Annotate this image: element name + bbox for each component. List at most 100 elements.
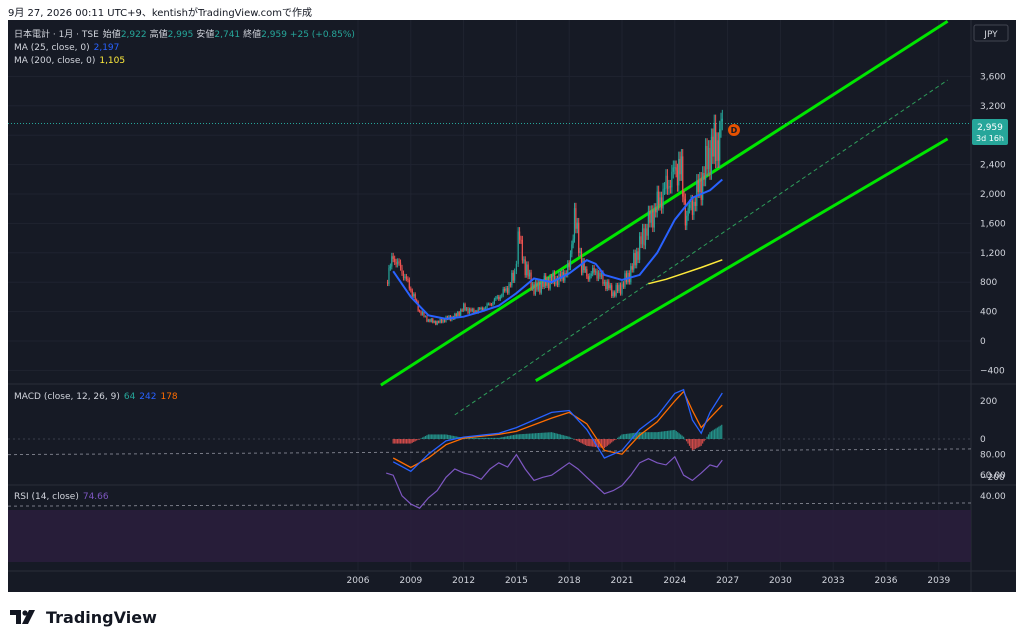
macd-histogram-bar bbox=[603, 439, 605, 449]
macd-histogram-bar bbox=[561, 434, 563, 439]
macd-histogram-bar bbox=[674, 429, 676, 439]
change-value: +25 (+0.85%) bbox=[290, 30, 355, 40]
candle-body bbox=[404, 276, 406, 279]
candle-body bbox=[706, 146, 708, 170]
candle-body bbox=[700, 178, 702, 200]
macd-histogram-bar bbox=[402, 439, 405, 444]
candle-body bbox=[480, 307, 482, 310]
macd-histogram-bar bbox=[551, 432, 553, 439]
candle-body bbox=[679, 158, 681, 175]
candle-body bbox=[487, 303, 490, 305]
candle-body bbox=[509, 284, 512, 286]
candle-body bbox=[709, 147, 711, 174]
macd-histogram-bar bbox=[483, 437, 485, 439]
candle-body bbox=[571, 244, 573, 254]
candle-body bbox=[678, 158, 680, 186]
macd-histogram-bar bbox=[413, 439, 415, 443]
candle-body bbox=[656, 191, 658, 213]
macd-histogram-bar bbox=[509, 435, 512, 439]
y-tick-label: 1,600 bbox=[980, 219, 1006, 229]
rsi-legend[interactable]: RSI (14, close) 74.66 bbox=[14, 492, 109, 502]
candle-body bbox=[407, 278, 409, 280]
candle-body bbox=[614, 292, 616, 296]
macd-histogram-bar bbox=[702, 439, 704, 444]
candle-body bbox=[575, 208, 577, 229]
macd-histogram-bar bbox=[662, 431, 664, 439]
candle-body bbox=[436, 321, 438, 325]
close-label: 終値 bbox=[243, 28, 261, 40]
macd-histogram-bar bbox=[442, 434, 444, 439]
channel-midline bbox=[454, 79, 948, 416]
candle-body bbox=[592, 267, 594, 274]
chart-svg[interactable]: 2006 2009 2012 2015 2018 2021 2024 2027 2030 2033… bbox=[7, 20, 1016, 592]
currency-label[interactable]: JPY bbox=[983, 30, 998, 40]
macd-histogram-bar bbox=[485, 437, 487, 439]
candle-body bbox=[655, 208, 657, 213]
candle-body bbox=[675, 167, 677, 171]
candle-body bbox=[499, 296, 501, 300]
macd-histogram-bar bbox=[394, 439, 396, 444]
y-tick-label: 1,200 bbox=[980, 249, 1006, 259]
macd-histogram-bar bbox=[548, 432, 550, 439]
candle-body bbox=[578, 222, 580, 253]
grid-lines bbox=[8, 20, 971, 571]
candle-body bbox=[498, 296, 500, 300]
macd-histogram-bar bbox=[694, 439, 696, 449]
candle-body bbox=[719, 129, 721, 161]
candle-body bbox=[608, 281, 610, 289]
candle-body bbox=[589, 275, 591, 280]
macd-histogram-bar bbox=[435, 434, 437, 439]
rsi-upper-band-line bbox=[7, 448, 972, 456]
main-pane[interactable] bbox=[8, 20, 971, 416]
macd-histogram-bar bbox=[448, 435, 450, 439]
macd-histogram-bar bbox=[710, 431, 713, 439]
dividend-marker-label[interactable]: D bbox=[731, 126, 738, 135]
candle-body bbox=[439, 319, 441, 323]
candle-body bbox=[603, 282, 605, 284]
macd-histogram-bar bbox=[574, 439, 576, 440]
macd-histogram-bar bbox=[452, 435, 454, 439]
chart-panel[interactable]: 2006 2009 2012 2015 2018 2021 2024 2027 2030 2033… bbox=[7, 20, 1016, 592]
candle-body bbox=[663, 188, 666, 190]
ma200-legend[interactable]: MA (200, close, 0) 1,105 bbox=[14, 56, 125, 66]
candle-body bbox=[639, 236, 641, 260]
macd-histogram-bar bbox=[474, 437, 476, 439]
candle-body bbox=[424, 316, 427, 318]
candle-body bbox=[433, 321, 435, 323]
candle-body bbox=[688, 204, 691, 209]
macd-histogram-bar bbox=[549, 432, 551, 439]
macd-histogram-bar bbox=[612, 439, 614, 442]
candle-body bbox=[443, 319, 446, 322]
macd-histogram-bar bbox=[407, 439, 409, 444]
candle-body bbox=[518, 231, 521, 240]
candle-body bbox=[715, 123, 717, 161]
macd-label: MACD (close, 12, 26, 9) bbox=[14, 392, 120, 402]
candle-body bbox=[501, 295, 503, 297]
macd-histogram-bar bbox=[512, 435, 515, 439]
candle-body bbox=[615, 285, 617, 296]
macd-histogram-bar bbox=[684, 439, 686, 440]
macd-histogram-bar bbox=[665, 431, 667, 439]
footer-logo[interactable]: TradingView bbox=[10, 606, 157, 628]
candle-body bbox=[579, 251, 581, 253]
macd-histogram-bar bbox=[556, 433, 559, 439]
ma25-legend[interactable]: MA (25, close, 0) 2,197 bbox=[14, 43, 119, 53]
candle-body bbox=[438, 321, 440, 323]
macd-histogram-bar bbox=[529, 433, 531, 439]
ma25-value: 2,197 bbox=[94, 43, 120, 53]
tradingview-logo-icon bbox=[10, 610, 35, 624]
macd-histogram-bar bbox=[699, 439, 701, 447]
macd-histogram-bar bbox=[392, 439, 394, 444]
candle-body bbox=[612, 292, 614, 297]
macd-histogram-bar bbox=[609, 439, 611, 444]
rsi-pane[interactable] bbox=[7, 448, 972, 509]
candle-body bbox=[534, 282, 537, 294]
macd-histogram-bar bbox=[653, 432, 655, 439]
candle-body bbox=[536, 282, 538, 290]
macd-histogram-bar bbox=[681, 435, 683, 439]
macd-histogram-bar bbox=[414, 439, 416, 442]
macd-legend[interactable]: MACD (close, 12, 26, 9) 64 242 178 bbox=[14, 392, 178, 402]
candle-body bbox=[517, 231, 519, 264]
candle-body bbox=[684, 199, 686, 226]
candle-body bbox=[622, 283, 625, 287]
